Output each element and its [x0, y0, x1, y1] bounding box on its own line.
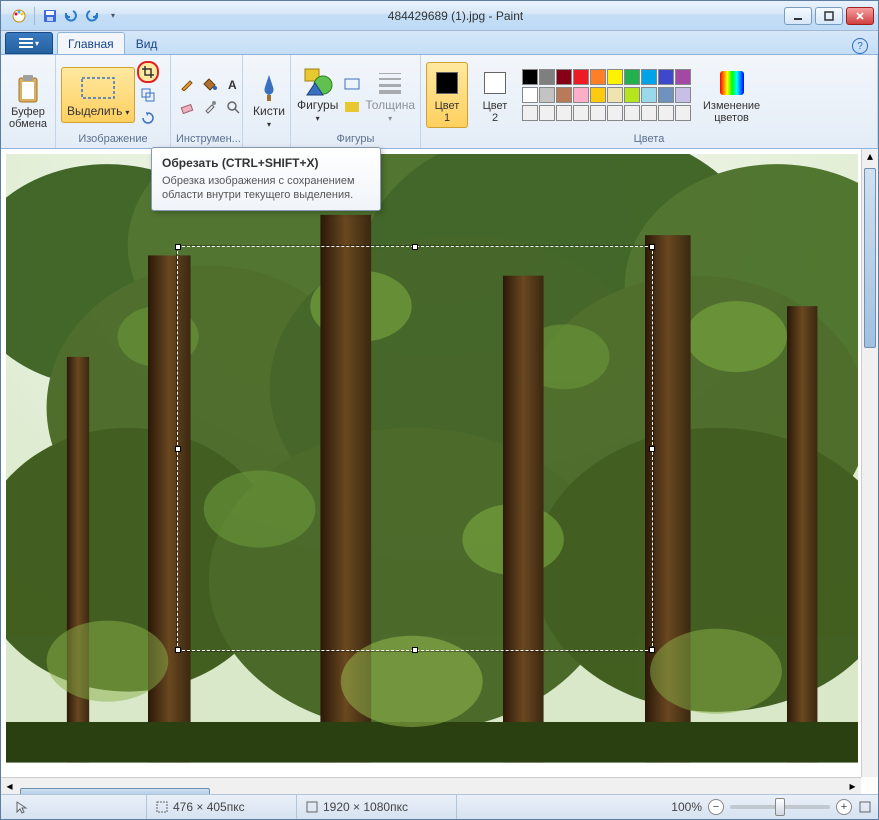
canvas-area[interactable]: ◂ ▸ ▴	[1, 149, 878, 794]
window-controls	[784, 7, 874, 25]
shape-fill-icon[interactable]	[341, 96, 363, 118]
help-icon[interactable]: ?	[852, 38, 868, 54]
color2-button[interactable]: Цвет 2	[474, 62, 516, 128]
color-palette	[522, 69, 691, 121]
zoom-label: 100%	[671, 800, 702, 814]
color-swatch[interactable]	[675, 105, 691, 121]
color-swatch[interactable]	[522, 87, 538, 103]
horizontal-scrollbar[interactable]: ◂ ▸	[1, 777, 861, 794]
thickness-button[interactable]: Толщина▾	[365, 61, 415, 129]
select-button[interactable]: Выделить ▾	[61, 67, 135, 123]
color-swatch[interactable]	[556, 87, 572, 103]
statusbar: 476 × 405пкс 1920 × 1080пкс 100% − +	[1, 794, 878, 819]
image-size-section: 1920 × 1080пкс	[297, 795, 457, 819]
picker-tool-icon[interactable]	[199, 96, 221, 118]
color-swatch[interactable]	[641, 87, 657, 103]
shapes-button[interactable]: Фигуры▾	[296, 61, 339, 129]
rotate-button[interactable]	[137, 107, 159, 129]
minimize-button[interactable]	[784, 7, 812, 25]
maximize-button[interactable]	[815, 7, 843, 25]
selection-size-section: 476 × 405пкс	[147, 795, 297, 819]
color1-button[interactable]: Цвет 1	[426, 62, 468, 128]
app-icon	[11, 8, 27, 24]
eraser-tool-icon[interactable]	[176, 96, 198, 118]
color-swatch[interactable]	[539, 69, 555, 85]
color-swatch[interactable]	[624, 105, 640, 121]
redo-icon[interactable]	[84, 8, 100, 24]
color-swatch[interactable]	[675, 87, 691, 103]
zoom-in-button[interactable]: +	[836, 799, 852, 815]
color-swatch[interactable]	[607, 105, 623, 121]
color-swatch[interactable]	[624, 69, 640, 85]
color-swatch[interactable]	[556, 105, 572, 121]
tooltip-title: Обрезать (CTRL+SHIFT+X)	[162, 156, 370, 170]
color-swatch[interactable]	[607, 87, 623, 103]
color-swatch[interactable]	[590, 87, 606, 103]
fullscreen-icon[interactable]	[858, 800, 872, 814]
color-swatch[interactable]	[539, 87, 555, 103]
zoom-tool-icon[interactable]	[222, 96, 244, 118]
ribbon-tabs: ▾ Главная Вид ?	[1, 31, 878, 55]
save-icon[interactable]	[42, 8, 58, 24]
close-button[interactable]	[846, 7, 874, 25]
resize-button[interactable]	[137, 84, 159, 106]
color-swatch[interactable]	[556, 69, 572, 85]
color-swatch[interactable]	[573, 69, 589, 85]
fill-tool-icon[interactable]	[199, 73, 221, 95]
tooltip-body: Обрезка изображения с сохранением област…	[162, 174, 370, 202]
color-swatch[interactable]	[522, 105, 538, 121]
clipboard-paste-button[interactable]: Буфер обмена	[6, 68, 50, 134]
brushes-button[interactable]: Кисти▾	[248, 67, 290, 135]
ribbon: Буфер обмена Выделить ▾	[1, 55, 878, 149]
color-swatch[interactable]	[522, 69, 538, 85]
crop-button[interactable]	[137, 61, 159, 83]
crop-tooltip: Обрезать (CTRL+SHIFT+X) Обрезка изображе…	[151, 147, 381, 211]
undo-icon[interactable]	[63, 8, 79, 24]
color-swatch[interactable]	[573, 87, 589, 103]
zoom-out-button[interactable]: −	[708, 799, 724, 815]
color-swatch[interactable]	[624, 87, 640, 103]
text-tool-icon[interactable]: A	[222, 73, 244, 95]
file-menu-button[interactable]: ▾	[5, 32, 53, 54]
quick-access-toolbar: ▾	[5, 7, 127, 25]
zoom-control: 100% − +	[671, 799, 872, 815]
svg-text:A: A	[228, 78, 237, 91]
tab-home[interactable]: Главная	[57, 32, 125, 54]
vertical-scrollbar[interactable]: ▴	[861, 149, 878, 777]
color-swatch[interactable]	[641, 69, 657, 85]
color-swatch[interactable]	[675, 69, 691, 85]
cursor-pos-section	[7, 795, 147, 819]
color-swatch[interactable]	[590, 69, 606, 85]
titlebar: ▾ 484429689 (1).jpg - Paint	[1, 1, 878, 31]
shape-outline-icon[interactable]	[341, 73, 363, 95]
color-swatch[interactable]	[658, 105, 674, 121]
color-swatch[interactable]	[658, 87, 674, 103]
tab-view[interactable]: Вид	[125, 32, 169, 54]
color-swatch[interactable]	[641, 105, 657, 121]
zoom-slider[interactable]	[730, 805, 830, 809]
qat-customize-icon[interactable]: ▾	[105, 8, 121, 24]
pencil-tool-icon[interactable]	[176, 73, 198, 95]
color-swatch[interactable]	[539, 105, 555, 121]
color-swatch[interactable]	[607, 69, 623, 85]
edit-colors-button[interactable]: Изменение цветов	[697, 62, 766, 128]
paint-window: ▾ 484429689 (1).jpg - Paint ▾ Главная Ви…	[0, 0, 879, 820]
color-swatch[interactable]	[573, 105, 589, 121]
window-title: 484429689 (1).jpg - Paint	[127, 9, 784, 23]
color-swatch[interactable]	[658, 69, 674, 85]
color-swatch[interactable]	[590, 105, 606, 121]
selection-rect[interactable]	[177, 246, 653, 651]
